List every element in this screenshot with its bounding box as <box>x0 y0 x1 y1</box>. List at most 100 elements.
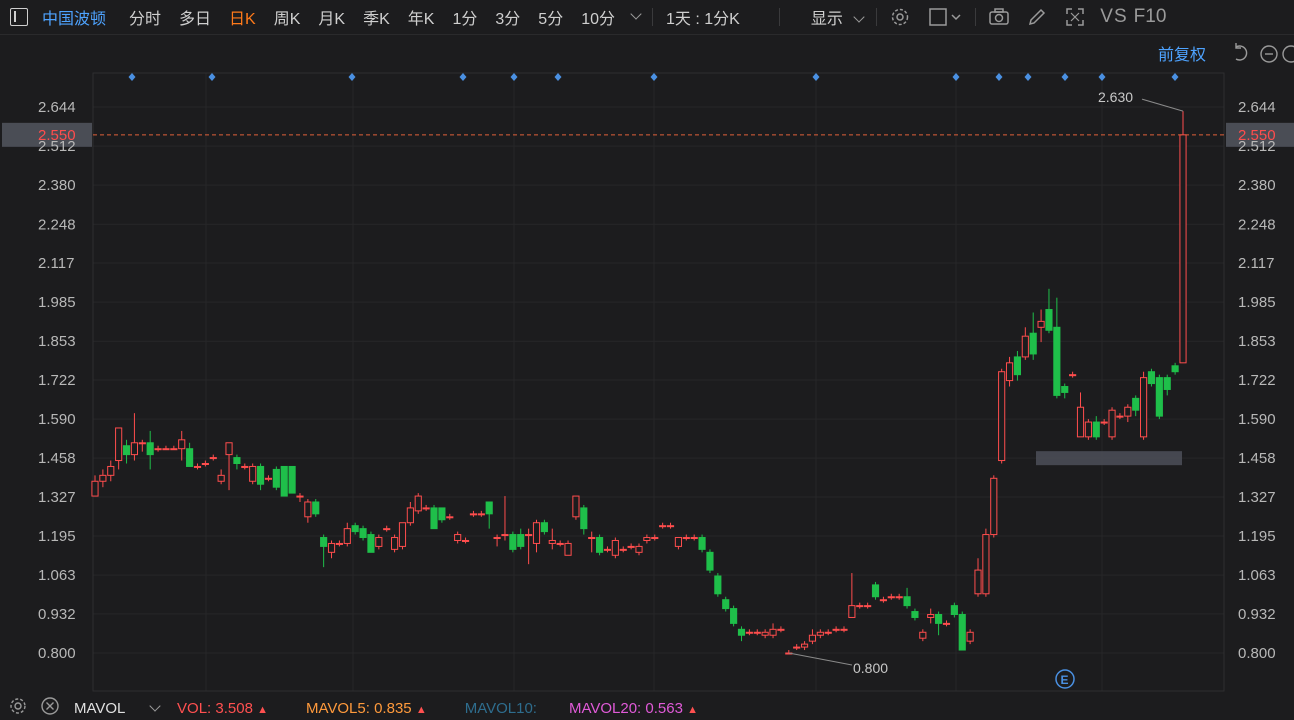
stock-name[interactable]: 中国波顿 <box>42 5 106 29</box>
candle-body <box>611 539 619 556</box>
panel-toggle-icon[interactable] <box>10 8 28 26</box>
tab-weekly-k[interactable]: 周K <box>265 5 310 29</box>
pencil-icon[interactable] <box>1026 6 1048 28</box>
period-select[interactable]: 1天 : 1分K <box>657 5 749 29</box>
candle-body <box>493 537 501 540</box>
candle-body <box>919 631 927 639</box>
candle-body <box>398 522 407 547</box>
candle-body <box>154 448 162 451</box>
candle-body <box>209 457 217 460</box>
candle-body <box>430 507 438 530</box>
candle-body <box>540 522 548 533</box>
candle-body <box>501 534 509 537</box>
candle-body <box>280 465 288 497</box>
candle-body <box>682 537 690 540</box>
candle-body <box>509 534 517 550</box>
candle-body <box>619 548 627 551</box>
vol-label: VOL: <box>177 699 212 717</box>
candle-body <box>958 614 966 651</box>
y-tick-label: 0.800 <box>38 645 76 662</box>
event-marker-diamond-icon <box>1171 73 1179 81</box>
tab-daily-k[interactable]: 日K <box>220 5 265 29</box>
candle-body <box>761 631 769 636</box>
candle-body <box>856 605 864 608</box>
y-tick-label: 1.195 <box>38 528 76 545</box>
tab-multi-day[interactable]: 多日 <box>170 5 220 29</box>
tab-yearly-k[interactable]: 年K <box>399 5 444 29</box>
tab-3min[interactable]: 3分 <box>486 5 529 29</box>
f10-button[interactable]: F10 <box>1134 6 1167 28</box>
tab-intraday[interactable]: 分时 <box>120 5 170 29</box>
camera-icon[interactable] <box>988 6 1010 28</box>
candle-body <box>1005 362 1014 382</box>
candle-body <box>178 439 186 450</box>
tab-1min[interactable]: 1分 <box>443 5 486 29</box>
candle-body <box>138 442 146 445</box>
vs-button[interactable]: VS <box>1100 6 1127 28</box>
settings-gear-icon[interactable] <box>889 6 911 28</box>
candle-body <box>525 534 533 537</box>
y-tick-label: 2.644 <box>1238 99 1276 116</box>
candle-body <box>1147 371 1156 385</box>
candle-body <box>170 448 178 451</box>
adjust-mode-label[interactable]: 前复权 <box>1158 46 1206 64</box>
candle-body <box>627 545 635 548</box>
close-indicator-icon[interactable] <box>40 696 60 720</box>
display-menu[interactable]: 显示 <box>802 5 872 29</box>
candle-body <box>1061 386 1069 393</box>
candle-body <box>162 448 170 451</box>
candle-body <box>935 614 943 624</box>
undo-icon[interactable] <box>1235 43 1248 61</box>
y-tick-label: 1.722 <box>38 372 76 389</box>
candle-body <box>351 525 359 533</box>
layout-square-icon[interactable] <box>927 6 963 28</box>
candle-body <box>895 596 903 599</box>
indicator-select[interactable]: MAVOL <box>74 700 161 717</box>
candle-body <box>1037 320 1045 328</box>
y-tick-label: 2.380 <box>1238 177 1276 194</box>
event-marker-diamond-icon <box>1024 73 1032 81</box>
candle-body <box>659 525 667 528</box>
tab-quarterly-k[interactable]: 季K <box>354 5 399 29</box>
tab-monthly-k[interactable]: 月K <box>309 5 354 29</box>
event-marker-diamond-icon <box>995 73 1003 81</box>
candle-body <box>1069 374 1077 377</box>
mavol5-item: MAVOL5: 0.835 ▲ <box>306 700 427 717</box>
candle-body <box>343 528 351 544</box>
candle-body <box>769 628 777 636</box>
tab-5min[interactable]: 5分 <box>529 5 572 29</box>
candle-body <box>690 537 698 540</box>
candle-body <box>982 534 990 595</box>
candle-body <box>517 534 525 547</box>
y-tick-label: 1.722 <box>1238 372 1276 389</box>
candle-body <box>1076 406 1085 438</box>
y-tick-label: 0.932 <box>38 606 76 623</box>
candle-body <box>800 643 809 648</box>
zoom-in-icon[interactable] <box>1282 45 1294 63</box>
event-marker-diamond-icon <box>348 73 356 81</box>
kline-chart[interactable]: 2.550 2.5502.6300.800E 2.6442.5122.3802.2… <box>0 35 1294 697</box>
mavol10-label: MAVOL10: <box>464 699 537 717</box>
candle-body <box>714 575 722 595</box>
mavol5-value: 0.835 <box>374 699 412 717</box>
mavol20-item: MAVOL20: 0.563 ▲ <box>569 700 698 717</box>
candle-body <box>115 427 123 462</box>
indicator-settings-gear-icon[interactable] <box>8 696 28 720</box>
y-tick-label: 1.327 <box>38 489 76 506</box>
candle-body <box>130 442 138 456</box>
event-marker-diamond-icon <box>1061 73 1069 81</box>
y-tick-label: 2.512 <box>1238 138 1276 155</box>
y-tick-label: 0.932 <box>1238 606 1276 623</box>
tab-10min[interactable]: 10分 <box>572 5 624 29</box>
vol-item: VOL: 3.508 ▲ <box>177 700 268 717</box>
candle-body <box>1092 421 1100 438</box>
candle-body <box>777 628 785 631</box>
zoom-out-icon[interactable] <box>1260 45 1278 63</box>
fullscreen-icon[interactable] <box>1064 6 1086 28</box>
mavol10-item: MAVOL10: <box>465 700 537 717</box>
more-periods-chevron-icon[interactable] <box>630 8 642 20</box>
y-tick-label: 1.985 <box>1238 294 1276 311</box>
candle-body <box>548 539 556 544</box>
candle-body <box>532 522 541 544</box>
candle-body <box>698 537 706 550</box>
